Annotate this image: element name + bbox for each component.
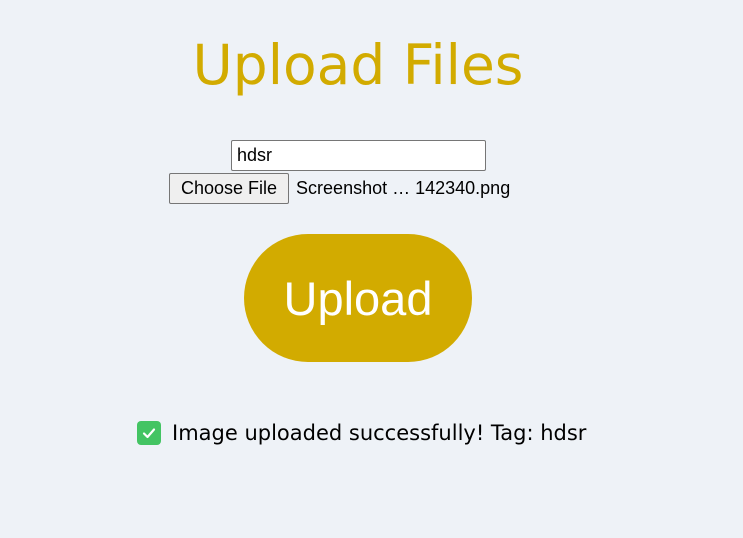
file-picker: Choose File Screenshot … 142340.png	[169, 173, 510, 204]
page-title: Upload Files	[192, 33, 524, 97]
status-text: Image uploaded successfully! Tag: hdsr	[172, 421, 587, 445]
selected-file-name: Screenshot … 142340.png	[296, 178, 511, 198]
status-message: Image uploaded successfully! Tag: hdsr	[137, 420, 586, 446]
check-icon	[137, 421, 161, 445]
tag-input[interactable]	[231, 140, 486, 171]
choose-file-button[interactable]: Choose File	[169, 173, 290, 204]
upload-button[interactable]: Upload	[244, 234, 472, 362]
